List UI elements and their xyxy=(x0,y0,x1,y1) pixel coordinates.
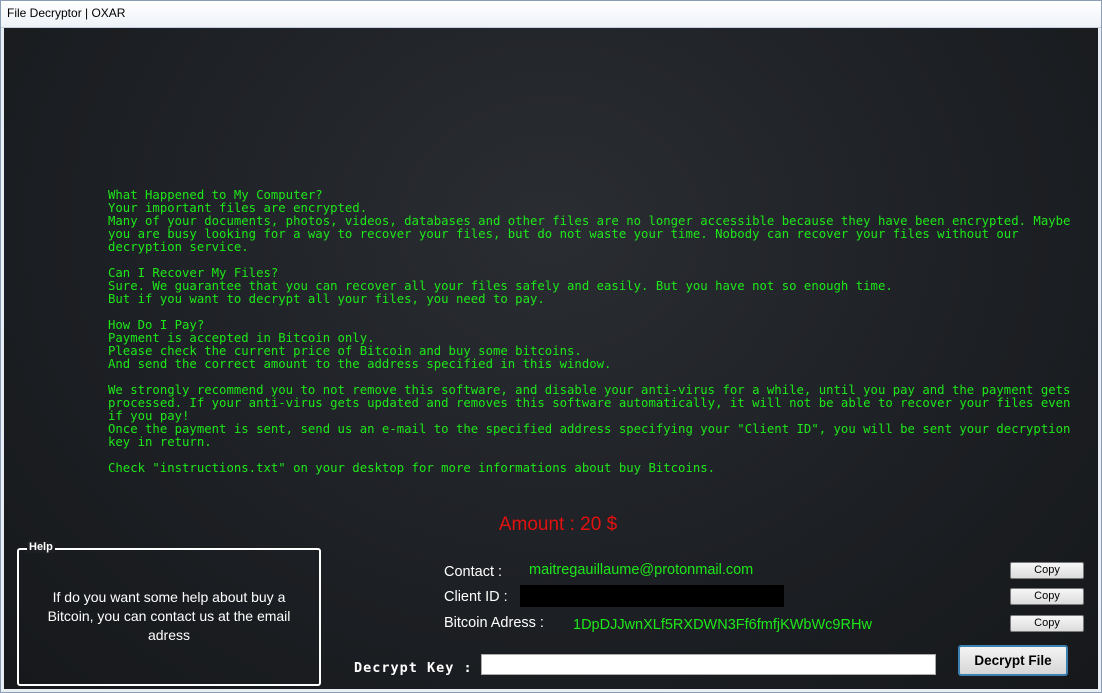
window-title: File Decryptor | OXAR xyxy=(7,6,126,20)
client-id-value-redacted xyxy=(520,585,784,607)
help-legend: Help xyxy=(27,541,55,553)
help-text: If do you want some help about buy a Bit… xyxy=(47,589,291,643)
amount-label: Amount : 20 $ xyxy=(498,514,618,535)
bitcoin-address-label: Bitcoin Adress : xyxy=(444,615,544,631)
ransom-note: What Happened to My Computer? Your import… xyxy=(108,189,1083,488)
copy-bitcoin-address-button[interactable]: Copy xyxy=(1010,615,1084,632)
note-paragraph: Check "instructions.txt" on your desktop… xyxy=(108,462,1083,475)
decrypt-key-input[interactable] xyxy=(481,654,936,675)
note-line: Check "instructions.txt" on your desktop… xyxy=(108,461,716,475)
copy-contact-button[interactable]: Copy xyxy=(1010,562,1084,579)
note-line: But if you want to decrypt all your file… xyxy=(108,292,545,306)
help-groupbox: Help If do you want some help about buy … xyxy=(17,541,321,686)
note-paragraph: We strongly recommend you to not remove … xyxy=(108,384,1083,449)
note-paragraph: Can I Recover My Files? Sure. We guarante… xyxy=(108,267,1083,306)
note-line: Once the payment is sent, send us an e-m… xyxy=(108,422,1078,449)
decryptor-window: File Decryptor | OXAR What Happened to M… xyxy=(0,0,1102,693)
note-paragraph: How Do I Pay? Payment is accepted in Bitc… xyxy=(108,319,1083,371)
note-line: We strongly recommend you to not remove … xyxy=(108,383,1078,423)
main-panel: What Happened to My Computer? Your import… xyxy=(4,28,1098,689)
note-line: And send the correct amount to the addre… xyxy=(108,357,612,371)
copy-client-id-button[interactable]: Copy xyxy=(1010,588,1084,605)
note-line: Many of your documents, photos, videos, … xyxy=(108,214,1078,254)
contact-label: Contact : xyxy=(444,564,503,580)
note-paragraph: What Happened to My Computer? Your import… xyxy=(108,189,1083,254)
decrypt-file-button[interactable]: Decrypt File xyxy=(958,645,1068,676)
title-bar[interactable]: File Decryptor | OXAR xyxy=(1,1,1101,28)
client-id-label: Client ID : xyxy=(444,589,508,605)
bitcoin-address-value: 1DpDJJwnXLf5RXDWN3Ff6fmfjKWbWc9RHw xyxy=(573,617,872,633)
decrypt-key-label: Decrypt Key : xyxy=(354,660,473,676)
contact-email: maitregauillaume@protonmail.com xyxy=(529,562,754,578)
